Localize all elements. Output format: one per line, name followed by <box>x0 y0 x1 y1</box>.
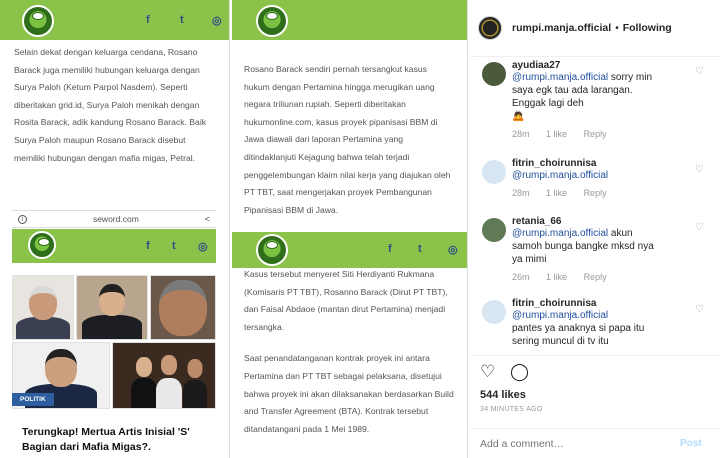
comment-meta: 28m 1 like Reply <box>512 188 712 198</box>
avatar[interactable] <box>482 62 506 86</box>
comment-likes[interactable]: 1 like <box>546 129 567 139</box>
article-paragraph: Saat penandatanganan kontrak proyek ini … <box>244 353 454 434</box>
url-text: seword.com <box>92 214 139 224</box>
comment-item: fitrin_choirunnisa @rumpi.manja.official… <box>482 298 712 348</box>
article-paragraph: Selain dekat dengan keluarga cendana, Ro… <box>14 47 207 163</box>
photo-man-3 <box>150 275 216 340</box>
comment-text: @rumpi.manja.official pantes ya anaknya s… <box>512 309 662 348</box>
comment-likes[interactable]: 1 like <box>546 272 567 282</box>
article-photo-collage[interactable] <box>12 275 216 409</box>
article-headline[interactable]: Terungkap! Mertua Artis Inisial 'S' Bagi… <box>22 425 212 454</box>
comment-time[interactable]: 28m <box>512 188 530 198</box>
comment-item: retania_66 @rumpi.manja.official akun sa… <box>482 216 712 282</box>
instagram-icon[interactable]: ◎ <box>198 240 208 253</box>
comment-username[interactable]: fitrin_choirunnisa <box>512 158 712 169</box>
comment-time[interactable]: 26m <box>512 272 530 282</box>
comment-mention[interactable]: @rumpi.manja.official <box>512 170 608 181</box>
comment-username[interactable]: fitrin_choirunnisa <box>512 298 712 309</box>
avatar[interactable] <box>482 160 506 184</box>
article-paragraph: Rosano Barack sendiri pernah tersangkut … <box>244 64 451 215</box>
seword-logo[interactable] <box>28 231 56 259</box>
category-badge[interactable]: POLITIK <box>12 393 54 406</box>
post-header: rumpi.manja.official • Following <box>470 0 720 57</box>
comment-input[interactable] <box>480 437 670 450</box>
add-comment-bar: Post <box>470 428 720 458</box>
comments-list[interactable]: ayudiaa27 @rumpi.manja.official sorry mi… <box>470 58 720 348</box>
twitter-icon[interactable]: t <box>180 14 184 26</box>
comment-username[interactable]: ayudiaa27 <box>512 60 712 71</box>
photo-man-2 <box>76 275 148 340</box>
comment-body: pantes ya anaknya si papa itu sering mun… <box>512 323 645 347</box>
account-username[interactable]: rumpi.manja.official <box>512 22 611 34</box>
comment-mention[interactable]: @rumpi.manja.official <box>512 310 608 321</box>
site-logo[interactable] <box>256 5 288 37</box>
avatar[interactable] <box>482 300 506 324</box>
site-header <box>232 0 467 40</box>
article-paragraph: Kasus tersebut menyeret Siti Herdiyanti … <box>244 269 448 332</box>
twitter-icon[interactable]: t <box>172 240 176 252</box>
browser-url-bar[interactable]: i seword.com < <box>12 210 216 228</box>
comment-item: fitrin_choirunnisa @rumpi.manja.official… <box>482 158 712 198</box>
like-comment-icon[interactable]: ♡ <box>695 304 704 315</box>
account-avatar[interactable] <box>478 16 502 40</box>
info-icon[interactable]: i <box>18 214 27 224</box>
comment-username[interactable]: retania_66 <box>512 216 712 227</box>
article-panel-middle: Rosano Barack sendiri pernah tersangkut … <box>232 0 468 458</box>
following-button[interactable]: Following <box>623 22 672 34</box>
photo-man-1 <box>12 275 74 340</box>
site-header: f t ◎ <box>0 0 229 40</box>
facebook-icon[interactable]: f <box>146 240 150 252</box>
seword-header: f t ◎ <box>12 229 216 263</box>
like-comment-icon[interactable]: ♡ <box>695 222 704 233</box>
comment-text: @rumpi.manja.official akun samoh bunga b… <box>512 227 662 266</box>
comment-emoji: 🙇 <box>512 111 525 122</box>
comment-time[interactable]: 28m <box>512 129 530 139</box>
comment-mention[interactable]: @rumpi.manja.official <box>512 228 608 239</box>
twitter-icon[interactable]: t <box>418 243 422 255</box>
comment-mention[interactable]: @rumpi.manja.official <box>512 72 608 83</box>
facebook-icon[interactable]: f <box>146 14 150 26</box>
post-time: 34 MINUTES AGO <box>480 406 543 413</box>
comment-meta: 28m 1 like Reply <box>512 129 712 139</box>
instagram-icon[interactable]: ◎ <box>448 243 458 256</box>
comment-bubble-icon[interactable]: ◯ <box>510 362 529 382</box>
share-icon[interactable]: < <box>205 214 210 224</box>
reply-button[interactable]: Reply <box>584 272 607 282</box>
article-panel-left: f t ◎ Selain dekat dengan keluarga cenda… <box>0 0 230 458</box>
like-heart-icon[interactable]: ♡ <box>480 362 495 382</box>
reply-button[interactable]: Reply <box>584 188 607 198</box>
comment-likes[interactable]: 1 like <box>546 188 567 198</box>
instagram-panel: rumpi.manja.official • Following ayudiaa… <box>470 0 720 458</box>
post-button[interactable]: Post <box>680 438 702 449</box>
post-actions: ♡ ◯ <box>470 355 720 383</box>
instagram-icon[interactable]: ◎ <box>212 14 222 27</box>
photo-group <box>112 342 216 409</box>
like-comment-icon[interactable]: ♡ <box>695 164 704 175</box>
avatar[interactable] <box>482 218 506 242</box>
comment-text: @rumpi.manja.official <box>512 169 662 182</box>
separator-dot: • <box>615 22 619 34</box>
reply-button[interactable]: Reply <box>584 129 607 139</box>
site-logo[interactable] <box>22 5 54 37</box>
likes-count[interactable]: 544 likes <box>480 389 526 401</box>
comment-item: ayudiaa27 @rumpi.manja.official sorry mi… <box>482 60 712 139</box>
comment-meta: 26m 1 like Reply <box>512 272 712 282</box>
like-comment-icon[interactable]: ♡ <box>695 66 704 77</box>
comment-text: @rumpi.manja.official sorry min saya egk… <box>512 71 662 123</box>
facebook-icon[interactable]: f <box>388 243 392 255</box>
